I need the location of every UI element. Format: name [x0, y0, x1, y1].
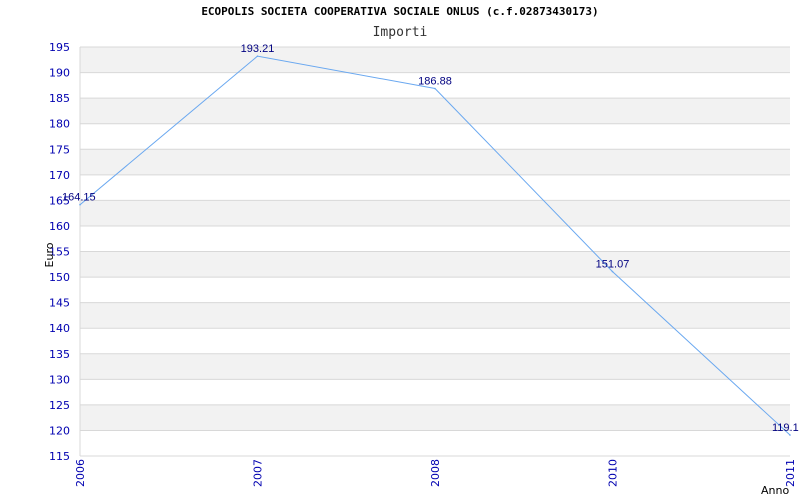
x-tick-label: 2010	[607, 459, 620, 487]
grid-band	[80, 353, 790, 380]
data-label: 119.1	[772, 422, 799, 434]
y-tick-label: 125	[49, 399, 70, 412]
data-point	[256, 55, 259, 57]
data-label: 164.15	[62, 192, 96, 204]
y-tick-label: 190	[49, 67, 70, 80]
data-label: 151.07	[596, 259, 630, 271]
y-tick-label: 175	[49, 143, 70, 156]
grid-band	[80, 149, 790, 175]
y-tick-label: 115	[49, 450, 70, 463]
x-tick-label: 2007	[252, 459, 265, 487]
y-tick-label: 180	[49, 118, 70, 131]
x-tick-label: 2011	[784, 459, 797, 487]
data-point	[789, 434, 791, 436]
x-axis-label: Anno	[761, 484, 789, 497]
y-tick-label: 135	[49, 348, 70, 361]
line-chart: 1151201251301351401451501551601651701751…	[43, 41, 799, 497]
y-tick-label: 185	[49, 92, 70, 105]
x-tick-label: 2006	[74, 459, 87, 487]
grid-band	[80, 404, 790, 431]
x-tick-label: 2008	[429, 459, 442, 487]
y-tick-label: 145	[49, 297, 70, 310]
data-point	[434, 87, 436, 90]
grid-band	[80, 98, 790, 124]
y-axis-label: Euro	[43, 242, 56, 267]
y-tick-label: 170	[49, 169, 70, 182]
y-tick-label: 130	[49, 373, 70, 386]
grid-band	[80, 200, 790, 226]
y-tick-label: 120	[49, 424, 70, 437]
y-tick-label: 160	[49, 220, 70, 233]
data-label: 186.88	[418, 76, 452, 88]
y-tick-label: 140	[49, 322, 70, 335]
data-label: 193.21	[241, 43, 275, 55]
y-tick-label: 195	[49, 41, 70, 54]
y-tick-label: 150	[49, 271, 70, 284]
data-point	[79, 203, 81, 206]
grid-band	[80, 47, 790, 73]
data-point	[611, 270, 614, 273]
x-axis-ticks: 2006 2007 2008 2010 2011	[74, 459, 797, 487]
grid-band	[80, 251, 790, 278]
grid-band	[80, 302, 790, 329]
plot-bands	[80, 47, 790, 431]
